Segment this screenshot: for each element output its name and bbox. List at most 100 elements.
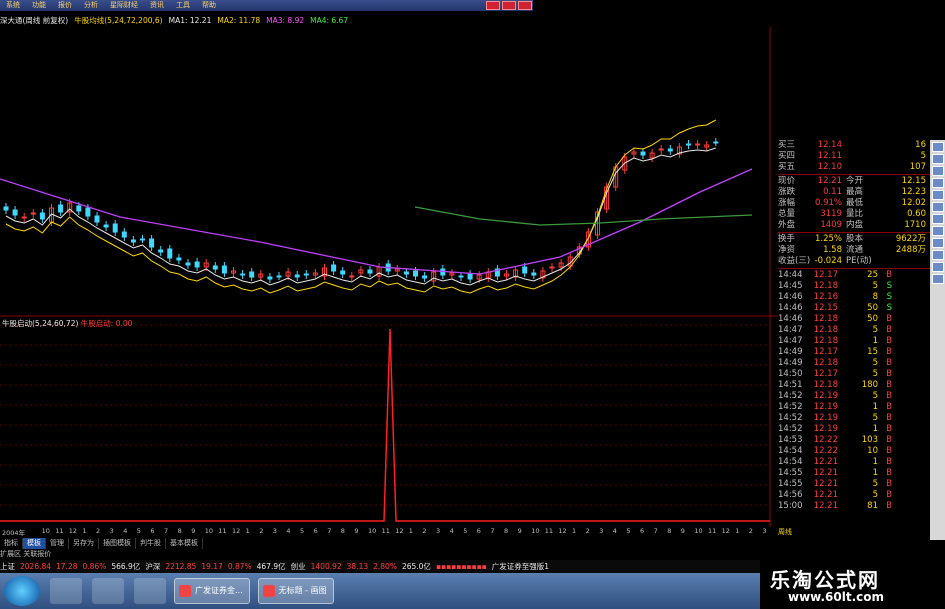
candle-body — [267, 276, 273, 280]
candle-body — [30, 212, 36, 215]
cy-amount: 265.0亿 — [401, 562, 431, 571]
candle-body — [522, 266, 528, 274]
tick-row: 14:47 12.18 5 B — [778, 325, 892, 335]
tool-icon[interactable] — [931, 154, 944, 164]
kline-chart[interactable]: 10.009.008.007.006.005.001.000.900.800.7… — [0, 27, 778, 527]
ie-icon[interactable] — [50, 578, 82, 604]
candle-body — [422, 275, 428, 279]
tick-row: 14:53 12.22 103 B — [778, 435, 892, 445]
time-axis-label: 12 — [68, 527, 78, 535]
indicator-name[interactable]: 牛股均线(5,24,72,200,6) — [74, 15, 162, 26]
window-controls[interactable] — [485, 1, 533, 10]
candle-body — [640, 151, 646, 156]
candle-body — [331, 264, 337, 272]
tick-row: 15:00 12.21 81 B — [778, 501, 892, 511]
time-axis-label: 3 — [436, 527, 441, 535]
taskbar-item-trading[interactable]: 广发证券金... — [174, 578, 250, 604]
candle-body — [531, 272, 537, 276]
ask-row: 买五 12.10 107 — [778, 162, 926, 172]
candle-body — [367, 269, 373, 274]
time-axis-label: 10 — [531, 527, 540, 535]
tool-icon[interactable] — [931, 214, 944, 224]
stat-row: 净资 1.58 流通 2488万 — [778, 245, 926, 255]
menu-item[interactable]: 星际财经 — [104, 0, 144, 11]
menu-item[interactable]: 资讯 — [144, 0, 170, 11]
time-axis-label: 11 — [381, 527, 390, 535]
sh-value: 2026.84 — [20, 562, 52, 571]
tool-icon[interactable] — [931, 250, 944, 260]
tab[interactable]: 插图模板 — [99, 538, 136, 549]
tab[interactable]: 另存为 — [69, 538, 99, 549]
ma1-line — [5, 147, 716, 286]
time-axis-label: 2 — [422, 527, 427, 535]
time-axis-label: 1 — [82, 527, 87, 535]
tab[interactable]: 模板 — [23, 538, 46, 549]
folder-icon[interactable] — [92, 578, 124, 604]
time-axis-label: 1 — [408, 527, 413, 535]
stat-row: 收益(三) -0.024 PE(动) — [778, 256, 872, 266]
sz-value: 2212.85 — [165, 562, 197, 571]
tool-icon[interactable] — [931, 178, 944, 188]
time-axis-label: 9 — [354, 527, 359, 535]
time-axis-label: 11 — [55, 527, 64, 535]
windows-taskbar: 广发证券金... 无标题 - 画图 — [0, 573, 760, 609]
menu-item[interactable]: 报价 — [52, 0, 78, 11]
sh-amount: 566.9亿 — [111, 562, 141, 571]
tool-icon[interactable] — [931, 202, 944, 212]
candle-body — [713, 141, 719, 144]
menu-item[interactable]: 工具 — [170, 0, 196, 11]
menu-item[interactable]: 帮助 — [196, 0, 222, 11]
sz-change: 19.17 — [201, 562, 223, 571]
cy-change: 38.13 — [346, 562, 369, 571]
candle-body — [458, 275, 464, 278]
sh-percent: 0.86% — [82, 562, 107, 571]
candle-body — [349, 275, 355, 278]
tick-row: 14:45 12.18 5 S — [778, 281, 892, 291]
time-axis: 2004年 10 11 12 1 2 3 4 5 6 7 8 9 10 11 12 1 2 3 4 5 6 7 8 9 10 11 1… — [0, 527, 770, 537]
time-axis-label: 5 — [463, 527, 468, 535]
tick-row: 14:52 12.19 1 B — [778, 424, 892, 434]
time-axis-label: 11 — [708, 527, 717, 535]
time-axis-label: 11 — [218, 527, 227, 535]
ask-row: 买四 12.11 5 — [778, 151, 926, 161]
time-axis-label: 8 — [340, 527, 345, 535]
tick-row: 14:47 12.18 1 B — [778, 336, 892, 346]
time-axis-label: 4 — [123, 527, 128, 535]
tick-row: 14:51 12.18 180 B — [778, 380, 892, 390]
tool-icon[interactable] — [931, 238, 944, 248]
candle-body — [112, 223, 118, 233]
taskbar-item-paint[interactable]: 无标题 - 画图 — [257, 578, 334, 604]
tool-icon[interactable] — [931, 190, 944, 200]
expand-area-label[interactable]: 扩展区 关联报价 — [0, 549, 51, 559]
tool-icon[interactable] — [931, 166, 944, 176]
time-axis-label: 5 — [626, 527, 631, 535]
candle-body — [76, 205, 82, 212]
time-axis-label: 4 — [612, 527, 617, 535]
tab[interactable]: 基本模板 — [166, 538, 203, 549]
tick-row: 14:46 12.18 50 B — [778, 314, 892, 324]
tool-icon[interactable] — [931, 262, 944, 272]
time-axis-label: 10 — [204, 527, 214, 535]
menu-item[interactable]: 分析 — [78, 0, 104, 11]
candle-body — [403, 271, 409, 275]
menu-item[interactable]: 系统 — [0, 0, 26, 11]
tick-row: 14:49 12.17 15 B — [778, 347, 892, 357]
period-label[interactable]: 周线 — [778, 527, 792, 537]
time-axis-label: 9 — [517, 527, 522, 535]
menu-item[interactable]: 功能 — [26, 0, 52, 11]
tool-icon[interactable] — [931, 142, 944, 152]
media-icon[interactable] — [134, 578, 166, 604]
sz-percent: 0.87% — [227, 562, 252, 571]
ma4-value: MA4: 6.67 — [310, 15, 349, 25]
status-bar: 上证 2026.84 17.28 0.86% 566.9亿 沪深 2212.85… — [0, 560, 778, 573]
tab[interactable]: 管理 — [46, 538, 69, 549]
broker-label: 广发证券至强版1 — [491, 562, 550, 571]
tab[interactable]: 指标 — [0, 538, 23, 549]
tool-icon[interactable] — [931, 226, 944, 236]
time-axis-label: 9 — [680, 527, 685, 535]
subchart-name[interactable]: 牛股启动(5,24,60,72) — [2, 319, 78, 328]
tab[interactable]: 判牛股 — [136, 538, 166, 549]
tool-icon[interactable] — [931, 274, 944, 284]
start-button[interactable] — [4, 576, 40, 606]
candle-body — [185, 262, 191, 266]
